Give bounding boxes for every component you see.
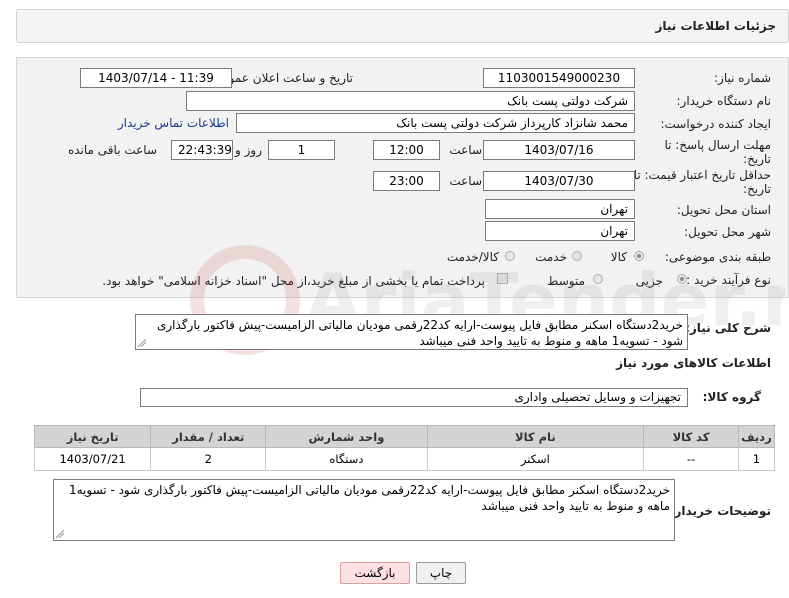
items-table: ردیف کد کالا نام کالا واحد شمارش تعداد /… (33, 425, 776, 471)
announce-date-field: 1403/07/14 - 11:39 (80, 68, 232, 88)
description-text: خرید2دستگاه اسکنر مطابق فایل پیوست-ارایه… (156, 318, 683, 348)
buyer-org-field: شرکت دولتی پست بانک (186, 91, 635, 111)
process-minor-label: جزیی (635, 274, 663, 288)
category-goods-service-radio[interactable] (505, 251, 515, 261)
validity-time-field: 23:00 (373, 171, 440, 191)
resize-handle-icon[interactable] (138, 339, 146, 347)
category-goods-service-label: کالا/خدمت (446, 250, 499, 264)
category-label: طبقه بندی موضوعی: (664, 250, 771, 264)
validity-date-sublabel: تاریخ: (743, 182, 771, 196)
back-button[interactable]: بازگشت (340, 562, 410, 584)
validity-time-label: ساعت (449, 174, 482, 188)
table-row: 1 -- اسکنر دستگاه 2 1403/07/21 (33, 447, 776, 471)
col-header-unit: واحد شمارش (265, 425, 428, 448)
need-number-label: شماره نیاز: (714, 71, 771, 85)
buyer-notes-textarea[interactable]: خرید2دستگاه اسکنر مطابق فایل پیوست-ارایه… (53, 479, 675, 541)
goods-group-field: تجهیزات و وسایل تحصیلی واداری (140, 388, 688, 407)
days-label: روز و (235, 143, 262, 157)
province-label: استان محل تحویل: (676, 203, 771, 217)
col-header-goods-code: کد کالا (643, 425, 739, 448)
creator-label: ایجاد کننده درخواست: (660, 117, 771, 131)
goods-section-title: اطلاعات کالاهای مورد نیاز (616, 356, 771, 370)
cell-quantity: 2 (150, 447, 267, 471)
page-title: جزئیات اطلاعات نیاز (655, 19, 776, 33)
category-service-label: خدمت (535, 250, 567, 264)
remaining-time-label: ساعت باقی مانده (67, 143, 157, 157)
deadline-time-field: 12:00 (373, 140, 440, 160)
cell-row-number: 1 (737, 447, 776, 471)
validity-date-field: 1403/07/30 (483, 171, 635, 191)
description-label: شرح کلی نیاز: (685, 321, 771, 335)
col-header-row-number: ردیف (737, 425, 776, 448)
col-header-need-date: تاریخ نیاز (33, 425, 152, 448)
process-medium-radio[interactable] (593, 274, 603, 284)
buyer-org-label: نام دستگاه خریدار: (676, 94, 772, 108)
need-number-field: 1103001549000230 (483, 68, 635, 88)
process-type-label: نوع فرآیند خرید : (686, 273, 771, 287)
cell-unit: دستگاه (265, 447, 428, 471)
cell-goods-code: -- (643, 447, 739, 471)
col-header-goods-name: نام کالا (426, 425, 645, 448)
process-minor-radio[interactable] (677, 274, 687, 284)
process-medium-label: متوسط (547, 274, 585, 288)
validity-label: حداقل تاریخ اعتبار قیمت: تا (633, 168, 771, 182)
buyer-notes-text: خرید2دستگاه اسکنر مطابق فایل پیوست-ارایه… (68, 483, 670, 513)
category-goods-label: کالا (610, 250, 627, 264)
deadline-date-field: 1403/07/16 (483, 140, 635, 160)
category-service-radio[interactable] (572, 251, 582, 261)
province-field: تهران (485, 199, 635, 219)
category-goods-radio[interactable] (634, 251, 644, 261)
days-remaining-field: 1 (268, 140, 335, 160)
resize-handle-icon[interactable] (56, 530, 64, 538)
deadline-time-label: ساعت (449, 143, 482, 157)
city-field: تهران (485, 221, 635, 241)
deadline-date-sublabel: تاریخ: (743, 152, 771, 166)
city-label: شهر محل تحویل: (684, 225, 771, 239)
creator-field: محمد شانزاد کارپرداز شرکت دولتی پست بانک (236, 113, 635, 133)
remaining-time-field: 22:43:39 (171, 140, 233, 160)
description-textarea[interactable]: خرید2دستگاه اسکنر مطابق فایل پیوست-ارایه… (135, 314, 688, 350)
buyer-notes-label: توضیحات خریدار: (669, 504, 771, 518)
cell-need-date: 1403/07/21 (33, 447, 152, 471)
page-header: جزئیات اطلاعات نیاز (16, 9, 789, 43)
treasury-payment-label: پرداخت تمام یا بخشی از مبلغ خرید،از محل … (102, 274, 485, 288)
table-header-row: ردیف کد کالا نام کالا واحد شمارش تعداد /… (33, 425, 776, 448)
col-header-quantity: تعداد / مقدار (150, 425, 267, 448)
print-button[interactable]: چاپ (416, 562, 466, 584)
deadline-label: مهلت ارسال پاسخ: تا (664, 138, 771, 152)
treasury-payment-checkbox[interactable] (497, 273, 508, 284)
buyer-contact-link[interactable]: اطلاعات تماس خریدار (118, 116, 229, 130)
cell-goods-name: اسکنر (426, 447, 645, 471)
goods-group-label: گروه کالا: (702, 390, 761, 404)
